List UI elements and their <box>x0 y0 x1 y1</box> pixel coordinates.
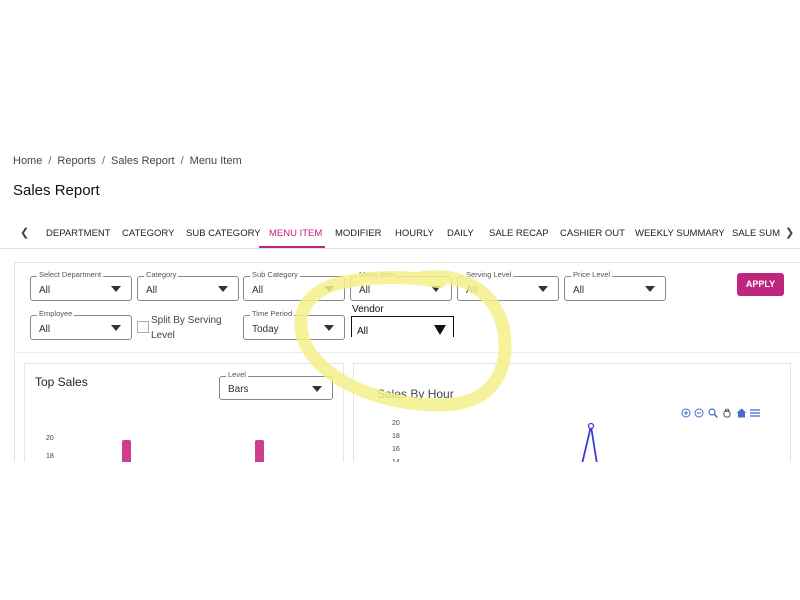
tab-sale-recap[interactable]: SALE RECAP <box>489 228 549 239</box>
price-level-value: All <box>573 285 585 296</box>
time-period-value: Today <box>252 324 279 335</box>
chevron-down-icon <box>218 286 228 292</box>
select-department-value: All <box>39 285 51 296</box>
level-label: Level <box>226 370 248 379</box>
serving-level-value: All <box>466 285 478 296</box>
chevron-down-icon <box>312 386 322 392</box>
chevron-down-icon <box>111 286 121 292</box>
category-value: All <box>146 285 158 296</box>
sales-by-hour-title: Sales By Hour <box>377 387 454 401</box>
sub-category-value: All <box>252 285 264 296</box>
tab-department[interactable]: DEPARTMENT <box>46 228 111 239</box>
serving-level-label: Serving Level <box>464 270 514 279</box>
tab-cashier-out[interactable]: CASHIER OUT <box>560 228 625 239</box>
chevron-down-icon <box>111 325 121 331</box>
chevron-down-icon <box>431 286 441 292</box>
sales-by-hour-y-tick: 18 <box>392 433 400 440</box>
menu-icon[interactable] <box>750 408 760 418</box>
tab-modifier[interactable]: MODIFIER <box>335 228 381 239</box>
tab-menu-item[interactable]: MENU ITEM <box>269 228 322 239</box>
panel-divider <box>14 352 799 353</box>
sales-by-hour-line <box>581 422 598 464</box>
select-department-dropdown[interactable]: Select Department All <box>30 270 132 301</box>
chevron-down-icon <box>324 325 334 331</box>
chevron-down-icon <box>645 286 655 292</box>
breadcrumb-sales-report[interactable]: Sales Report <box>111 155 175 167</box>
top-sales-bar <box>122 440 131 464</box>
tabs-scroll-right-icon[interactable]: ❯ <box>785 226 794 239</box>
price-level-dropdown[interactable]: Price Level All <box>564 270 666 301</box>
tab-hourly[interactable]: HOURLY <box>395 228 434 239</box>
vendor-value: All <box>357 326 369 337</box>
top-sales-card: Top Sales Level Bars 20 18 <box>24 363 344 464</box>
top-sales-title: Top Sales <box>35 375 88 389</box>
apply-button[interactable]: APPLY <box>737 273 784 296</box>
time-period-dropdown[interactable]: Time Period Today <box>243 309 345 340</box>
sales-by-hour-y-tick: 16 <box>392 446 400 453</box>
level-value: Bars <box>228 384 249 395</box>
magnifier-icon[interactable] <box>708 408 718 418</box>
sub-category-label: Sub Category <box>250 270 300 279</box>
sales-by-hour-y-tick: 20 <box>392 420 400 427</box>
active-tab-indicator <box>259 246 325 248</box>
tabs-scroll-left-icon[interactable]: ❮ <box>20 226 29 239</box>
employee-label: Employee <box>37 309 75 318</box>
pan-icon[interactable] <box>722 408 732 418</box>
chevron-down-icon <box>538 286 548 292</box>
price-level-label: Price Level <box>571 270 613 279</box>
time-period-label: Time Period <box>250 309 295 318</box>
serving-level-dropdown[interactable]: Serving Level All <box>457 270 559 301</box>
breadcrumb-home[interactable]: Home <box>13 155 42 167</box>
sub-category-dropdown[interactable]: Sub Category All <box>243 270 345 301</box>
employee-dropdown[interactable]: Employee All <box>30 309 132 340</box>
blank-area <box>0 462 800 600</box>
category-label: Category <box>144 270 179 279</box>
top-sales-y-tick: 20 <box>46 435 54 442</box>
tab-sale-summary[interactable]: SALE SUMM <box>732 228 780 239</box>
breadcrumb-menu-item: Menu Item <box>189 155 242 167</box>
sales-by-hour-point <box>587 422 595 430</box>
tab-weekly-summary[interactable]: WEEKLY SUMMARY <box>635 228 725 239</box>
employee-value: All <box>39 324 51 335</box>
top-sales-bar <box>255 440 264 464</box>
split-by-serving-level-label: Split By Serving Level <box>151 315 222 341</box>
menu-item-dropdown[interactable]: Menu Item All <box>350 270 452 301</box>
menu-item-label: Menu Item <box>357 270 397 279</box>
page-title: Sales Report <box>13 182 100 199</box>
tab-sub-category[interactable]: SUB CATEGORY <box>186 228 261 239</box>
zoom-out-icon[interactable] <box>694 408 704 418</box>
vendor-label: Vendor <box>352 304 384 315</box>
vendor-chevron-down-icon <box>434 325 446 335</box>
breadcrumb: Home / Reports / Sales Report / Menu Item <box>13 155 242 167</box>
select-department-label: Select Department <box>37 270 104 279</box>
menu-item-value: All <box>359 285 371 296</box>
tab-category[interactable]: CATEGORY <box>122 228 174 239</box>
chevron-down-icon <box>324 286 334 292</box>
category-dropdown[interactable]: Category All <box>137 270 239 301</box>
zoom-in-icon[interactable] <box>681 408 691 418</box>
tab-daily[interactable]: DAILY <box>447 228 474 239</box>
top-sales-y-tick: 18 <box>46 453 54 460</box>
breadcrumb-reports[interactable]: Reports <box>57 155 96 167</box>
home-icon[interactable] <box>736 408 747 418</box>
report-tabs: ❮ DEPARTMENT CATEGORY SUB CATEGORY MENU … <box>0 220 800 249</box>
split-by-serving-level-checkbox[interactable] <box>137 321 149 333</box>
level-dropdown[interactable]: Level Bars <box>219 370 333 400</box>
